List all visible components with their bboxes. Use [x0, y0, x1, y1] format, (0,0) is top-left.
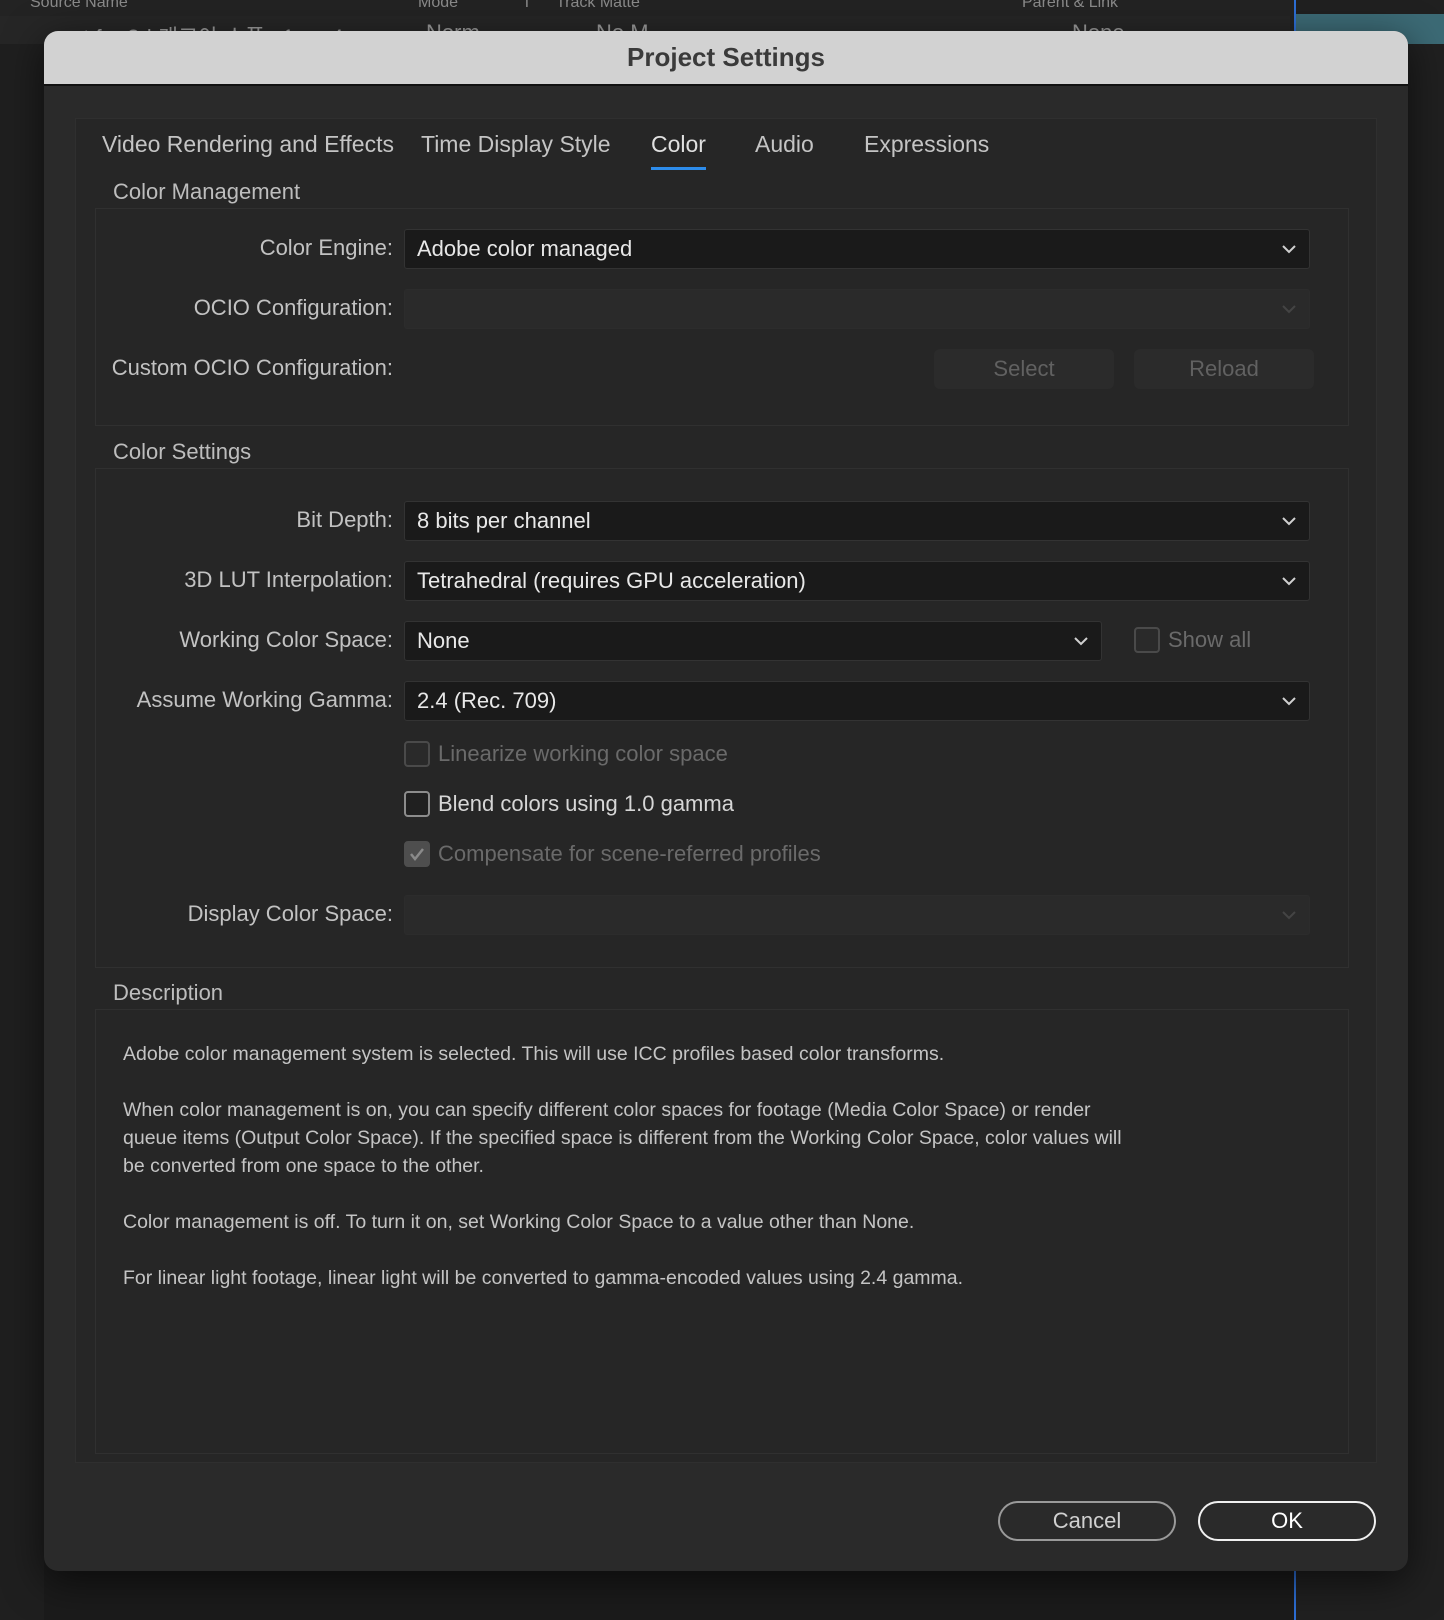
description-paragraph: Color management is off. To turn it on, …	[123, 1211, 915, 1233]
compensate-label: Compensate for scene-referred profiles	[438, 841, 821, 866]
compensate-checkbox[interactable]: Compensate for scene-referred profiles	[404, 841, 821, 867]
display-color-space-label: Display Color Space:	[187, 901, 393, 926]
lut-interpolation-label: 3D LUT Interpolation:	[184, 567, 393, 592]
checkbox-box[interactable]	[1134, 627, 1160, 653]
color-management-title: Color Management	[96, 179, 317, 205]
linearize-checkbox[interactable]: Linearize working color space	[404, 741, 728, 767]
column-t[interactable]: T	[522, 0, 532, 12]
ocio-config-label: OCIO Configuration:	[193, 295, 393, 320]
checkmark-icon	[410, 848, 424, 862]
description-text: Adobe color management system is selecte…	[123, 1040, 1123, 1320]
dialog-content: Video Rendering and Effects Time Display…	[75, 118, 1377, 1463]
chevron-down-icon	[1279, 511, 1299, 531]
color-engine-label: Color Engine:	[259, 235, 393, 260]
cancel-button[interactable]: Cancel	[998, 1501, 1176, 1541]
lut-interpolation-dropdown[interactable]: Tetrahedral (requires GPU acceleration)	[404, 561, 1310, 601]
linearize-label: Linearize working color space	[438, 741, 728, 766]
column-source-name[interactable]: Source Name	[30, 0, 128, 12]
tab-expressions[interactable]: Expressions	[864, 131, 989, 158]
description-paragraph: Adobe color management system is selecte…	[123, 1043, 945, 1065]
checkbox-box[interactable]	[404, 841, 430, 867]
bit-depth-label: Bit Depth:	[296, 507, 393, 532]
tab-color[interactable]: Color	[651, 131, 706, 170]
working-color-space-value: None	[417, 628, 470, 653]
description-title: Description	[96, 980, 240, 1006]
working-gamma-dropdown[interactable]: 2.4 (Rec. 709)	[404, 681, 1310, 721]
color-settings-group: Color Settings Bit Depth: 8 bits per cha…	[95, 439, 1349, 968]
bit-depth-dropdown[interactable]: 8 bits per channel	[404, 501, 1310, 541]
working-gamma-value: 2.4 (Rec. 709)	[417, 688, 557, 713]
column-mode[interactable]: Mode	[418, 0, 458, 12]
chevron-down-icon	[1279, 239, 1299, 259]
lut-interpolation-value: Tetrahedral (requires GPU acceleration)	[417, 568, 806, 593]
project-settings-dialog: Project Settings Video Rendering and Eff…	[44, 31, 1408, 1571]
show-all-label: Show all	[1168, 627, 1252, 652]
chevron-down-icon	[1279, 299, 1299, 319]
color-engine-value: Adobe color managed	[417, 236, 633, 261]
description-paragraph: When color management is on, you can spe…	[123, 1099, 1122, 1177]
display-color-space-dropdown[interactable]	[404, 895, 1310, 935]
ocio-config-dropdown[interactable]	[404, 289, 1310, 329]
working-gamma-label: Assume Working Gamma:	[136, 687, 393, 712]
color-management-group: Color Management Color Engine: Adobe col…	[95, 179, 1349, 426]
tab-time-display-style[interactable]: Time Display Style	[421, 131, 611, 158]
column-parent-link[interactable]: Parent & Link	[1022, 0, 1118, 12]
show-all-checkbox[interactable]: Show all	[1134, 627, 1251, 653]
color-settings-title: Color Settings	[96, 439, 268, 465]
chevron-down-icon	[1279, 571, 1299, 591]
working-color-space-label: Working Color Space:	[179, 627, 393, 652]
description-paragraph: For linear light footage, linear light w…	[123, 1267, 964, 1289]
blend-colors-label: Blend colors using 1.0 gamma	[438, 791, 734, 816]
chevron-down-icon	[1071, 631, 1091, 651]
dialog-title: Project Settings	[627, 42, 825, 72]
dialog-titlebar[interactable]: Project Settings	[44, 31, 1408, 86]
column-track-matte[interactable]: Track Matte	[556, 0, 640, 12]
chevron-down-icon	[1279, 905, 1299, 925]
color-engine-dropdown[interactable]: Adobe color managed	[404, 229, 1310, 269]
bit-depth-value: 8 bits per channel	[417, 508, 591, 533]
description-group: Description Adobe color management syste…	[95, 980, 1349, 1454]
tab-audio[interactable]: Audio	[755, 131, 814, 158]
checkbox-box[interactable]	[404, 791, 430, 817]
working-color-space-dropdown[interactable]: None	[404, 621, 1102, 661]
checkbox-box[interactable]	[404, 741, 430, 767]
chevron-down-icon	[1279, 691, 1299, 711]
reload-button[interactable]: Reload	[1134, 349, 1314, 389]
select-button[interactable]: Select	[934, 349, 1114, 389]
ok-button[interactable]: OK	[1198, 1501, 1376, 1541]
timeline-left-panel	[0, 44, 44, 1620]
custom-ocio-label: Custom OCIO Configuration:	[111, 355, 393, 380]
blend-colors-checkbox[interactable]: Blend colors using 1.0 gamma	[404, 791, 734, 817]
tab-video-rendering[interactable]: Video Rendering and Effects	[102, 131, 394, 158]
